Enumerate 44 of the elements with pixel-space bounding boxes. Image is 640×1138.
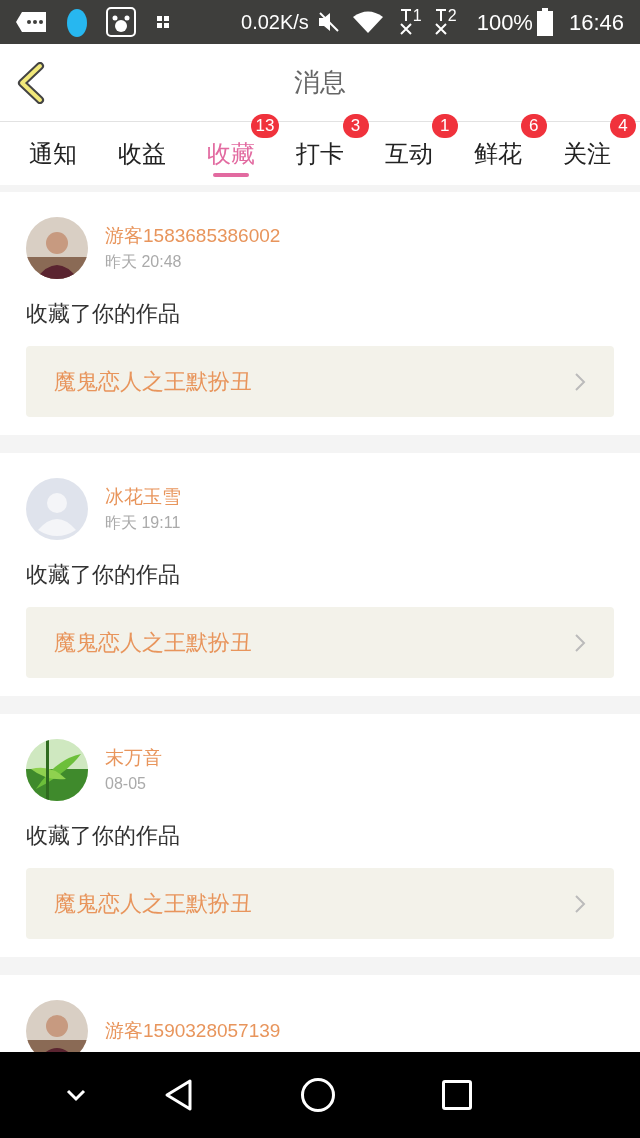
network-speed: 0.02K/s — [241, 10, 309, 35]
clock: 16:46 — [568, 8, 624, 37]
chevron-down-icon — [65, 1088, 87, 1102]
count-badge: 1 — [431, 114, 458, 138]
battery-icon — [536, 8, 553, 36]
app-icon — [156, 14, 170, 30]
page-title: 消息 — [294, 66, 346, 99]
chat-icon — [16, 12, 48, 32]
chevron-right-icon — [574, 371, 586, 392]
avatar-icon — [26, 478, 88, 540]
wifi-icon — [352, 11, 383, 33]
tab[interactable]: 通知 — [24, 122, 81, 185]
paw-icon — [106, 7, 136, 37]
battery-level: 100% — [476, 8, 533, 37]
user-name[interactable]: 末万音 — [105, 743, 162, 773]
count-badge: 4 — [610, 114, 636, 138]
count-badge: 3 — [342, 114, 369, 138]
tab[interactable]: 收益 — [113, 122, 170, 185]
message-time: 昨天 20:48 — [105, 252, 183, 273]
user-name[interactable]: 游客1583685386002 — [105, 221, 281, 251]
sim-label: 2 — [447, 6, 457, 26]
message-time: 昨天 19:11 — [105, 513, 181, 534]
work-link[interactable]: 魔鬼恋人之王默扮丑 — [26, 868, 614, 939]
chevron-right-icon — [574, 632, 586, 653]
message-text: 收藏了你的作品 — [26, 300, 181, 328]
sim-label: 1 — [412, 6, 422, 26]
user-name[interactable]: 冰花玉雪 — [105, 482, 181, 512]
recents-button[interactable] — [442, 1080, 472, 1110]
triangle-icon — [163, 1078, 195, 1112]
work-link[interactable]: 魔鬼恋人之王默扮丑 — [26, 607, 614, 678]
mute-icon — [316, 11, 341, 33]
signal-icon — [433, 9, 448, 35]
user-name[interactable]: 游客1590328057139 — [105, 1016, 281, 1046]
count-badge: 13 — [250, 114, 280, 138]
message-text: 收藏了你的作品 — [26, 561, 181, 589]
home-button[interactable] — [301, 1078, 335, 1112]
message-text: 收藏了你的作品 — [26, 822, 181, 850]
message-time: 08-05 — [105, 774, 147, 795]
signal-icon — [398, 9, 413, 35]
chevron-left-icon — [16, 61, 46, 104]
count-badge: 6 — [520, 114, 547, 138]
chevron-right-icon — [574, 893, 586, 914]
tab-underline — [212, 173, 249, 177]
work-link[interactable]: 魔鬼恋人之王默扮丑 — [26, 346, 614, 417]
